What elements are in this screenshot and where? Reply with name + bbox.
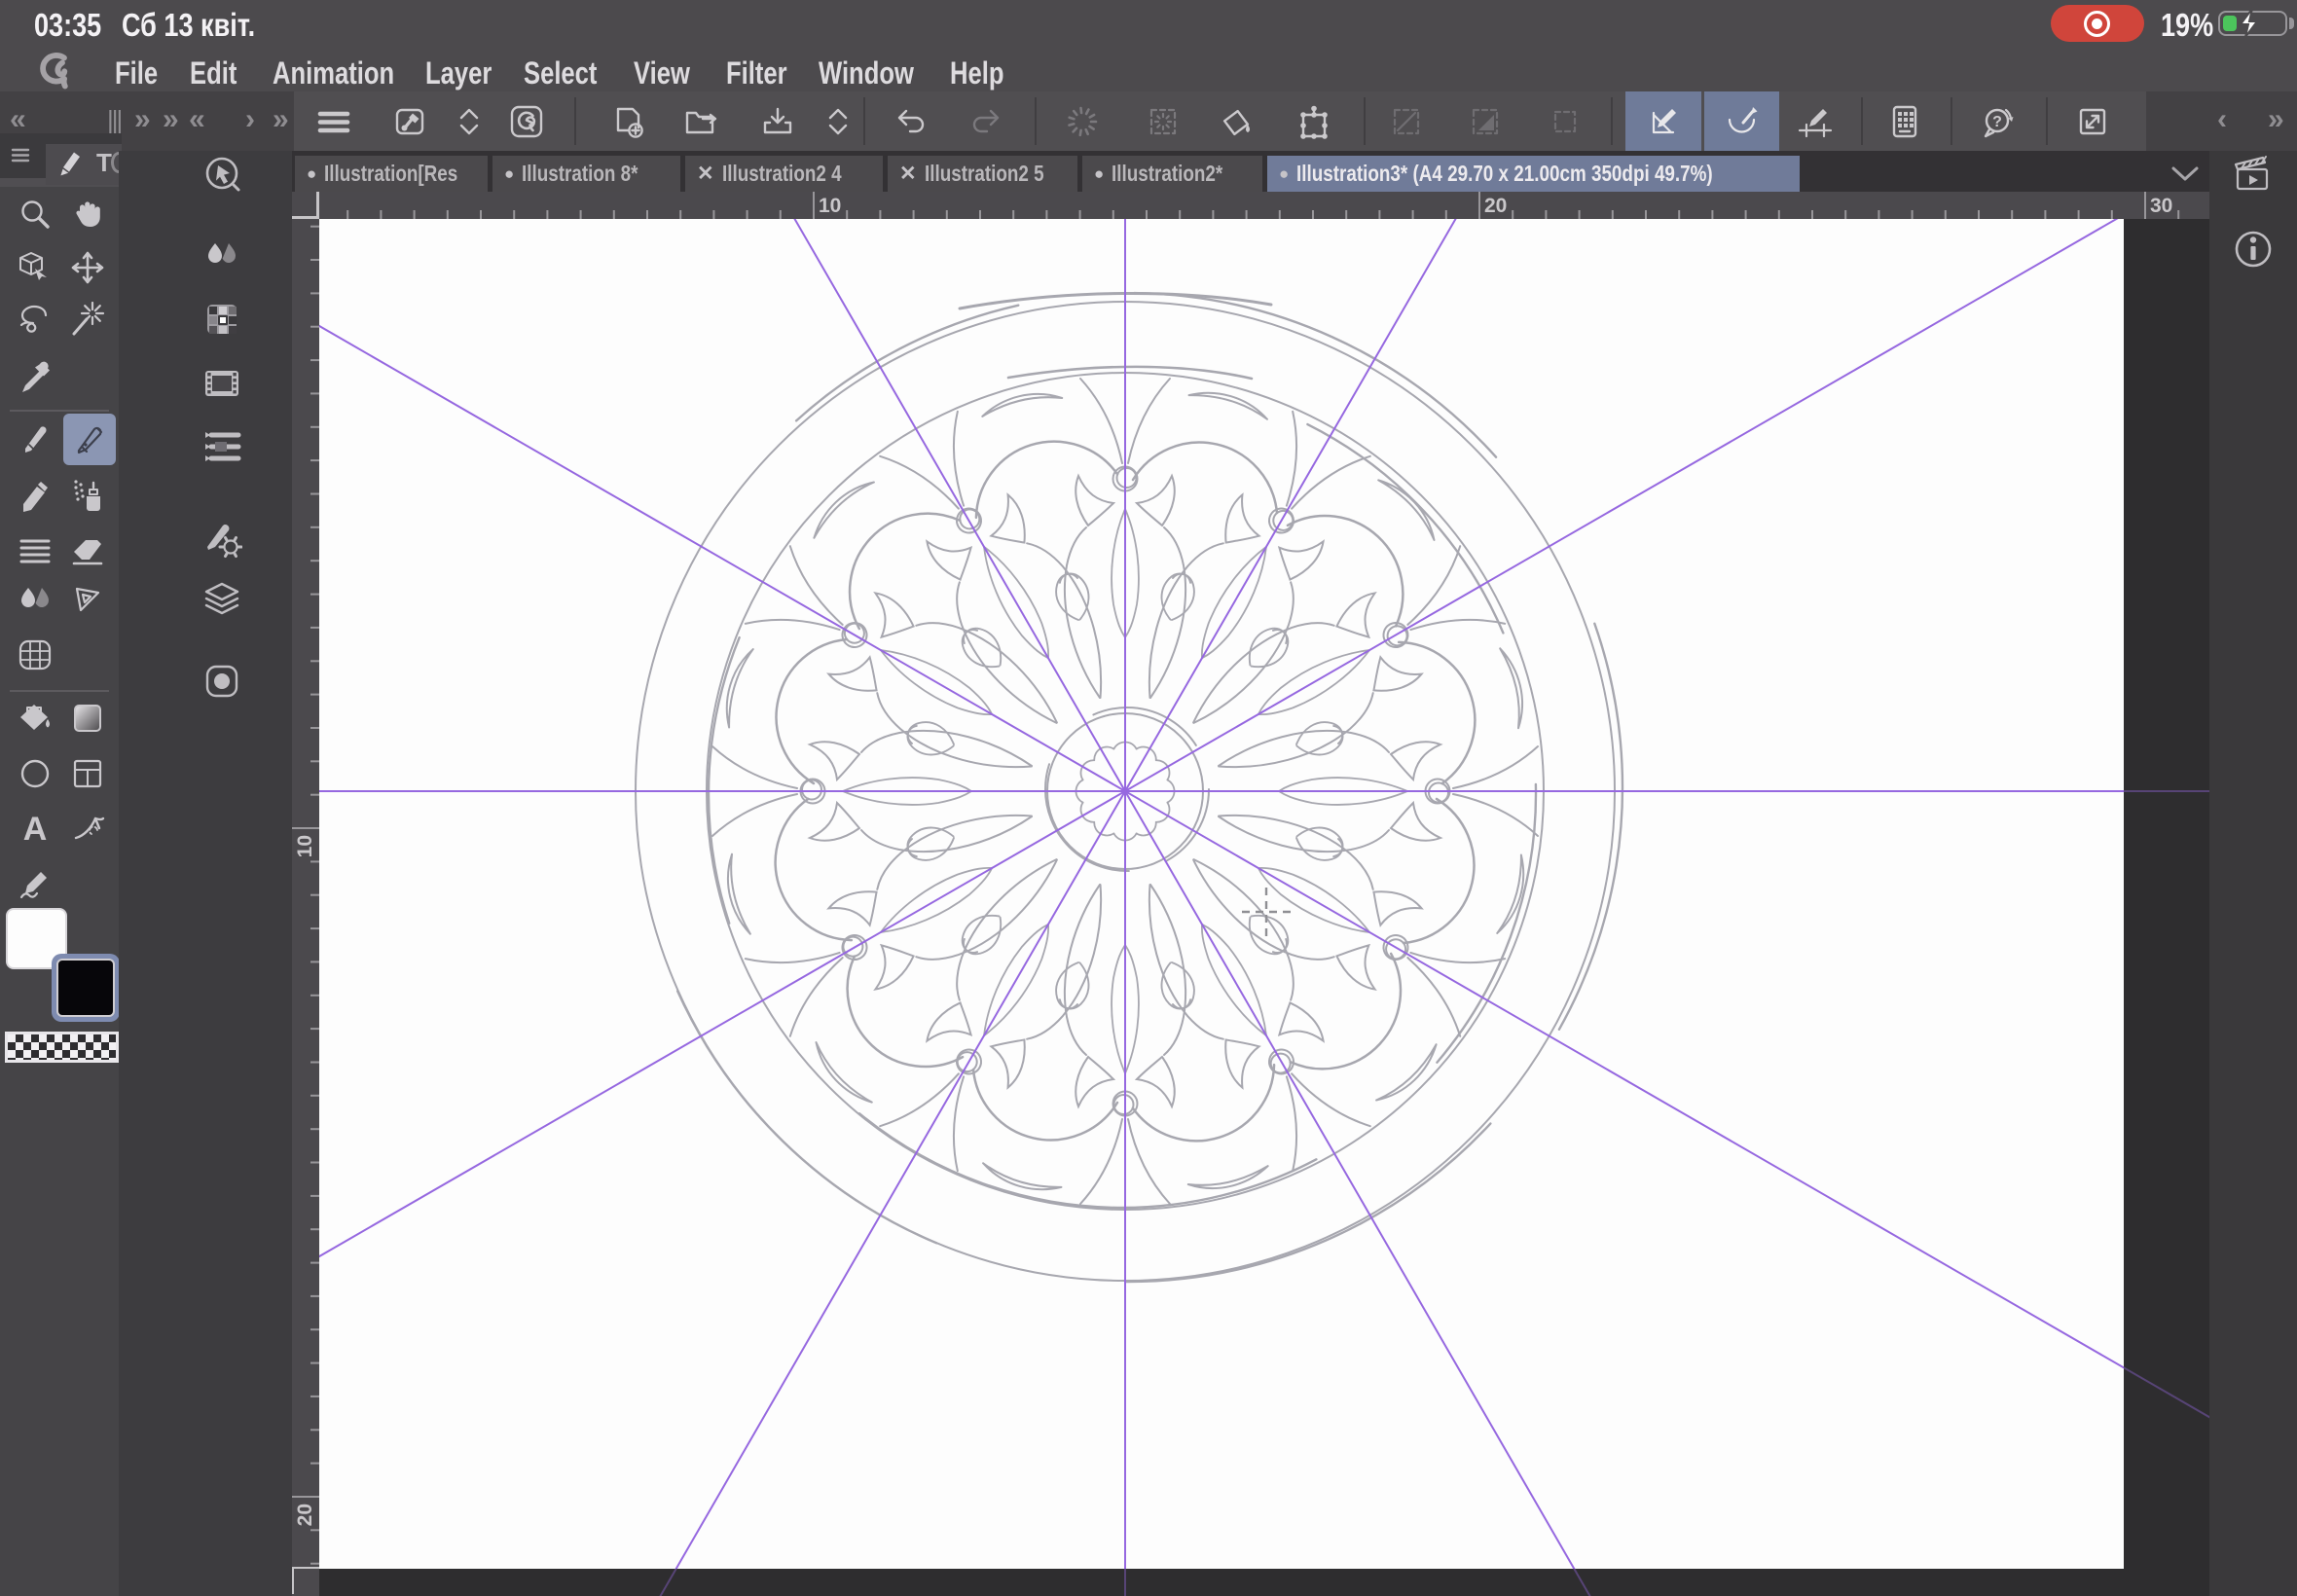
svg-text:10: 10 — [819, 195, 841, 217]
svg-text:10: 10 — [294, 835, 316, 857]
svg-text:20: 20 — [294, 1504, 316, 1526]
svg-text:20: 20 — [1484, 195, 1507, 217]
svg-text:A: A — [23, 811, 48, 846]
svg-text:30: 30 — [2150, 195, 2172, 217]
svg-text:?: ? — [1992, 114, 2002, 130]
